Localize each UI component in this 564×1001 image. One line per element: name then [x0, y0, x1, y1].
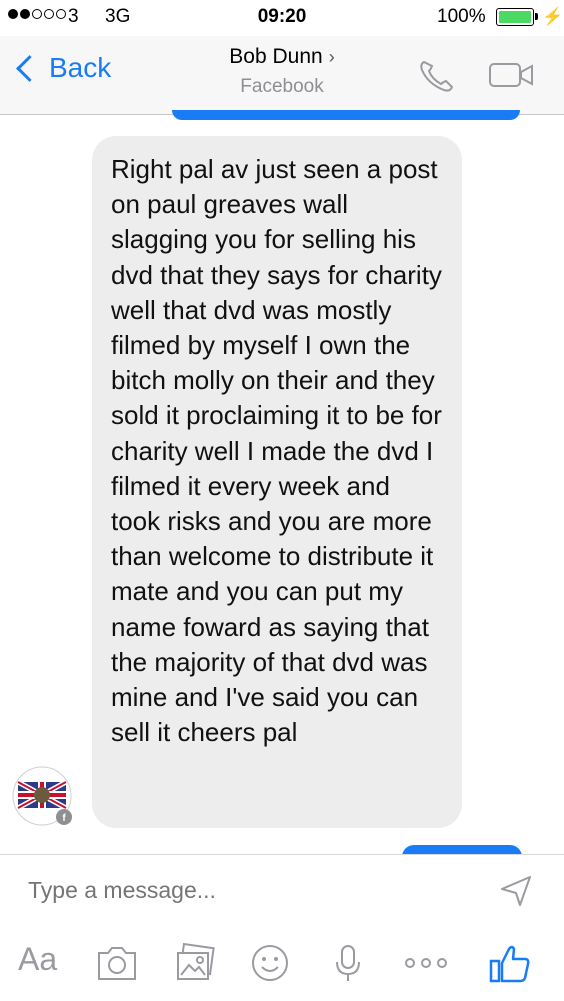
battery-percentage: 100% — [437, 6, 486, 27]
text-format-button[interactable]: Aa — [18, 941, 57, 978]
more-options-icon[interactable] — [402, 943, 450, 983]
composer-toolbar: Aa — [0, 935, 564, 995]
message-input[interactable] — [28, 877, 468, 904]
status-bar: 3 3G 09:20 100% ⚡ — [0, 0, 564, 36]
message-composer: Aa — [0, 854, 564, 1001]
battery-icon — [496, 8, 538, 26]
sender-avatar[interactable]: f — [12, 766, 72, 826]
camera-icon[interactable] — [96, 943, 138, 983]
conversation-header: Back Bob Dunn › Facebook — [0, 36, 564, 115]
contact-name-label: Bob Dunn — [229, 45, 323, 68]
photo-gallery-icon[interactable] — [174, 943, 216, 983]
phone-call-icon[interactable] — [418, 58, 458, 94]
previous-message-bubble-edge — [172, 110, 520, 120]
sticker-icon[interactable] — [250, 943, 290, 983]
video-call-icon[interactable] — [488, 58, 538, 94]
incoming-message-bubble[interactable]: Right pal av just seen a post on paul gr… — [92, 136, 462, 828]
microphone-icon[interactable] — [332, 943, 364, 983]
contact-name[interactable]: Bob Dunn › — [0, 45, 564, 69]
contact-source: Facebook — [240, 76, 324, 97]
like-thumbs-up-icon[interactable] — [488, 943, 532, 985]
send-icon[interactable] — [498, 873, 534, 909]
charging-icon: ⚡ — [542, 7, 564, 26]
chevron-right-icon: › — [328, 47, 335, 67]
